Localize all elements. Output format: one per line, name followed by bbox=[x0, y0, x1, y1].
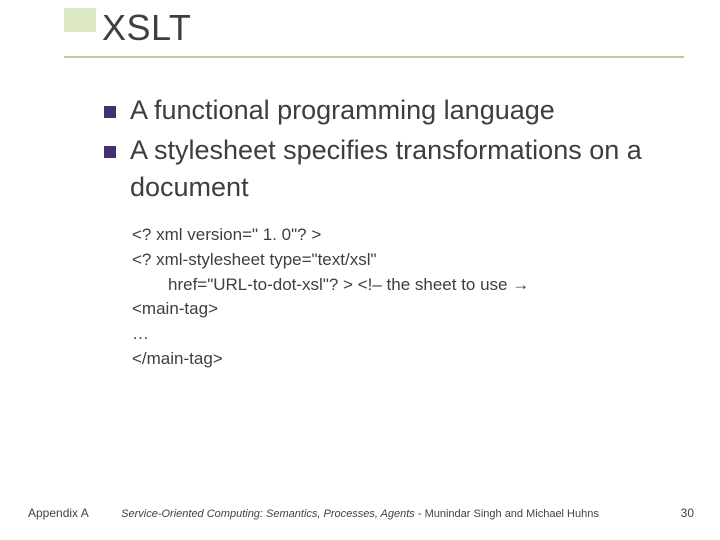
bullet-item: A stylesheet specifies transformations o… bbox=[104, 132, 680, 205]
bullet-text: A stylesheet specifies transformations o… bbox=[130, 132, 680, 205]
footer: Appendix A Service-Oriented Computing: S… bbox=[0, 502, 720, 520]
title-underline bbox=[64, 56, 684, 58]
code-line: href="URL-to-dot-xsl"? > <!– the sheet t… bbox=[132, 273, 680, 298]
code-line: </main-tag> bbox=[132, 347, 680, 372]
slide-title: XSLT bbox=[102, 10, 191, 46]
code-line: <main-tag> bbox=[132, 297, 680, 322]
code-block: <? xml version=" 1. 0"? > <? xml-stylesh… bbox=[132, 223, 680, 371]
footer-center-plain: - Munindar Singh and Michael Huhns bbox=[415, 508, 599, 520]
content-area: A functional programming language A styl… bbox=[104, 92, 680, 371]
square-bullet-icon bbox=[104, 106, 116, 118]
title-accent-icon bbox=[64, 8, 96, 32]
footer-center-italic: Service-Oriented Computing: Semantics, P… bbox=[121, 508, 415, 520]
title-bar: XSLT bbox=[64, 6, 191, 34]
footer-center: Service-Oriented Computing: Semantics, P… bbox=[0, 508, 720, 520]
code-line: <? xml version=" 1. 0"? > bbox=[132, 223, 680, 248]
bullet-text: A functional programming language bbox=[130, 92, 555, 128]
code-line: … bbox=[132, 322, 680, 347]
bullet-item: A functional programming language bbox=[104, 92, 680, 128]
code-line: <? xml-stylesheet type="text/xsl" bbox=[132, 248, 680, 273]
footer-page-number: 30 bbox=[681, 506, 694, 520]
square-bullet-icon bbox=[104, 146, 116, 158]
